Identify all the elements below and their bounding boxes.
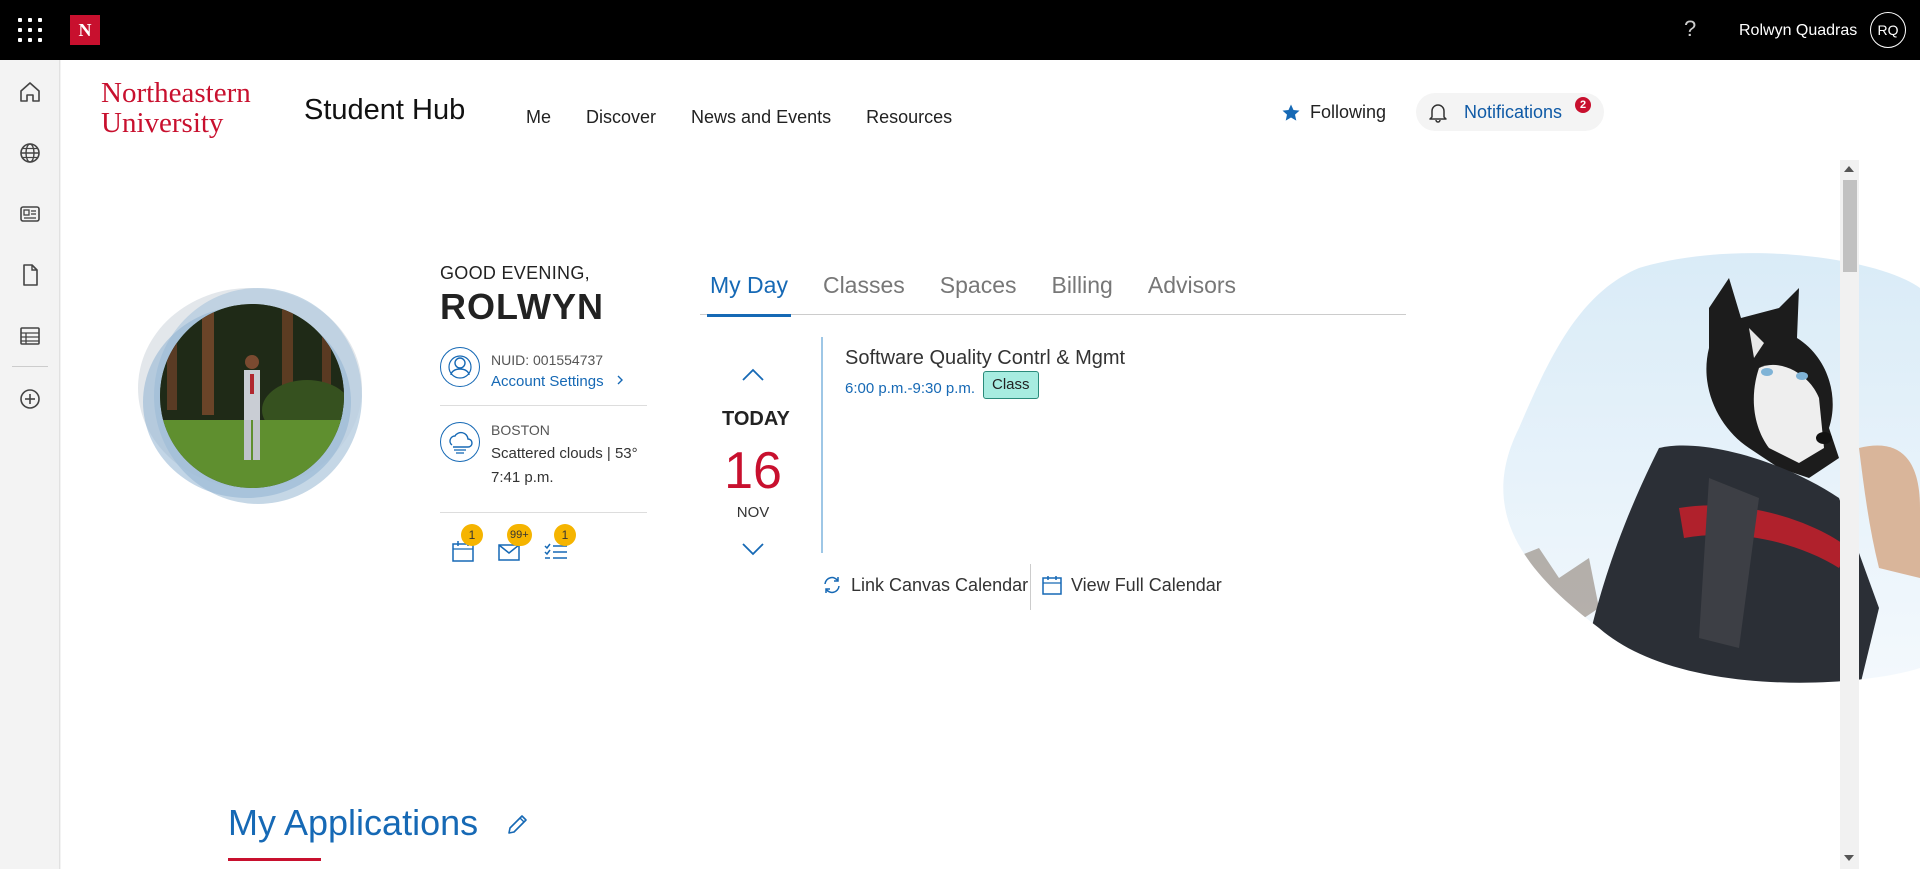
nav-resources[interactable]: Resources	[866, 107, 952, 128]
following-button[interactable]: Following	[1281, 102, 1386, 123]
pencil-edit-icon[interactable]	[503, 811, 531, 839]
top-bar: N ? Rolwyn Quadras RQ	[0, 0, 1920, 60]
account-settings-label: Account Settings	[491, 373, 604, 390]
northeastern-logo[interactable]: N	[70, 15, 100, 45]
user-name: Rolwyn Quadras	[1739, 22, 1858, 39]
calendar-badge: 1	[461, 524, 483, 546]
profile-divider	[440, 405, 647, 406]
page-title: Student Hub	[304, 94, 466, 126]
scrollbar-thumb[interactable]	[1843, 180, 1857, 272]
university-logo[interactable]: Northeastern University	[101, 78, 251, 138]
mail-icon[interactable]: 99+	[495, 524, 532, 565]
id-card-icon[interactable]	[17, 201, 43, 227]
notifications-button[interactable]: Notifications 2	[1416, 93, 1604, 131]
notifications-count-badge: 2	[1575, 97, 1591, 113]
link-canvas-calendar-button[interactable]: Link Canvas Calendar	[821, 574, 1028, 596]
star-icon	[1282, 104, 1300, 121]
tab-advisors[interactable]: Advisors	[1148, 268, 1236, 315]
main-content: Northeastern University Student Hub Me D…	[61, 60, 1920, 869]
local-time: 7:41 p.m.	[491, 469, 554, 486]
view-full-calendar-label: View Full Calendar	[1071, 574, 1222, 595]
user-icon	[440, 347, 480, 387]
link-canvas-label: Link Canvas Calendar	[851, 574, 1029, 595]
nav-news-and-events[interactable]: News and Events	[691, 107, 831, 128]
help-icon[interactable]: ?	[1684, 16, 1696, 42]
profile-divider	[440, 512, 647, 513]
chevron-right-icon	[617, 375, 623, 385]
rail-divider	[12, 366, 48, 367]
sync-icon	[824, 576, 840, 594]
nuid: NUID: 001554737	[491, 352, 604, 368]
left-rail	[0, 60, 60, 869]
action-divider	[1030, 564, 1031, 610]
weather-city: BOSTON	[491, 422, 550, 438]
profile-photo[interactable]	[132, 270, 372, 510]
timeline-line	[821, 337, 823, 553]
scroll-down-arrow-icon[interactable]	[1844, 855, 1854, 861]
scroll-up-arrow-icon[interactable]	[1844, 166, 1854, 172]
main-nav: Me Discover News and Events Resources	[526, 107, 987, 128]
weather-icon	[440, 422, 480, 462]
event-title[interactable]: Software Quality Contrl & Mgmt	[845, 347, 1125, 370]
chevron-up-icon[interactable]	[741, 368, 765, 382]
add-icon[interactable]	[17, 386, 43, 412]
waffle-grid-icon[interactable]	[18, 18, 42, 42]
calendar-icon[interactable]: 1	[449, 524, 483, 565]
table-icon[interactable]	[17, 323, 43, 349]
nav-discover[interactable]: Discover	[586, 107, 656, 128]
event-time: 6:00 p.m.-9:30 p.m.	[845, 380, 976, 397]
day-month: NOV	[736, 504, 770, 521]
my-applications-heading: My Applications	[228, 802, 479, 843]
brand-line-2: University	[101, 107, 224, 139]
tab-my-day[interactable]: My Day	[707, 268, 791, 317]
home-icon[interactable]	[17, 79, 43, 105]
event-type-badge: Class	[983, 371, 1039, 399]
globe-icon[interactable]	[17, 140, 43, 166]
document-icon[interactable]	[17, 262, 43, 288]
tab-spaces[interactable]: Spaces	[940, 268, 1017, 315]
tab-classes[interactable]: Classes	[823, 268, 905, 315]
following-label: Following	[1310, 102, 1387, 122]
account-settings-link[interactable]: Account Settings	[491, 373, 626, 390]
day-label: TODAY	[722, 408, 790, 430]
user-first-name: ROLWYN	[440, 286, 604, 327]
weather-conditions: Scattered clouds | 53°	[491, 445, 638, 462]
tab-billing[interactable]: Billing	[1051, 268, 1112, 315]
tasks-badge: 1	[554, 524, 576, 546]
view-full-calendar-button[interactable]: View Full Calendar	[1041, 574, 1222, 596]
section-underline	[228, 858, 321, 861]
greeting: GOOD EVENING,	[440, 263, 590, 283]
nav-me[interactable]: Me	[526, 107, 551, 128]
dashboard-tabs: My Day Classes Spaces Billing Advisors	[700, 268, 1406, 317]
chevron-down-icon[interactable]	[741, 542, 765, 556]
day-number: 16	[724, 442, 782, 500]
brand-line-1: Northeastern	[101, 77, 251, 109]
calendar-icon	[1042, 576, 1062, 595]
bell-icon	[1429, 104, 1447, 123]
user-avatar[interactable]: RQ	[1870, 12, 1906, 48]
notifications-label: Notifications	[1464, 101, 1563, 122]
tasks-icon[interactable]: 1	[542, 524, 576, 565]
mail-badge: 99+	[507, 524, 532, 546]
